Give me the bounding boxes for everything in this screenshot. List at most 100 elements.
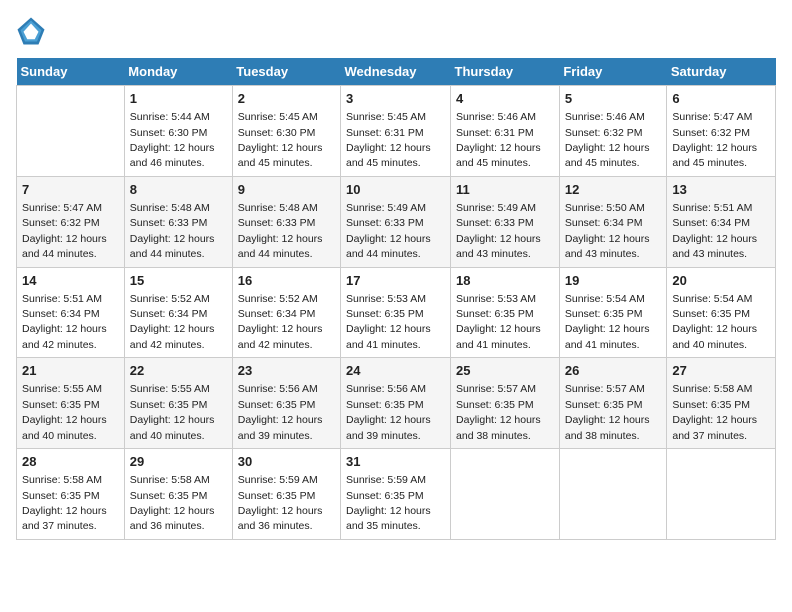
calendar-cell: 29 Sunrise: 5:58 AM Sunset: 6:35 PM Dayl… (124, 449, 232, 540)
sunrise-text: Sunrise: 5:54 AM (672, 293, 752, 305)
calendar-cell: 21 Sunrise: 5:55 AM Sunset: 6:35 PM Dayl… (17, 358, 125, 449)
sunrise-text: Sunrise: 5:49 AM (346, 202, 426, 214)
calendar-cell: 27 Sunrise: 5:58 AM Sunset: 6:35 PM Dayl… (667, 358, 776, 449)
sunrise-text: Sunrise: 5:49 AM (456, 202, 536, 214)
calendar-cell: 15 Sunrise: 5:52 AM Sunset: 6:34 PM Dayl… (124, 267, 232, 358)
sunset-text: Sunset: 6:32 PM (565, 127, 643, 139)
daylight-text: Daylight: 12 hours and 44 minutes. (22, 233, 107, 260)
sunrise-text: Sunrise: 5:52 AM (238, 293, 318, 305)
col-header-monday: Monday (124, 58, 232, 86)
sunrise-text: Sunrise: 5:54 AM (565, 293, 645, 305)
sunrise-text: Sunrise: 5:58 AM (130, 474, 210, 486)
calendar-cell (667, 449, 776, 540)
day-number: 28 (22, 453, 119, 471)
calendar-cell: 6 Sunrise: 5:47 AM Sunset: 6:32 PM Dayli… (667, 86, 776, 177)
week-row-3: 14 Sunrise: 5:51 AM Sunset: 6:34 PM Dayl… (17, 267, 776, 358)
day-number: 20 (672, 272, 770, 290)
logo-icon (16, 16, 46, 46)
sunset-text: Sunset: 6:35 PM (238, 490, 316, 502)
sunrise-text: Sunrise: 5:45 AM (238, 111, 318, 123)
day-number: 5 (565, 90, 662, 108)
day-number: 8 (130, 181, 227, 199)
week-row-5: 28 Sunrise: 5:58 AM Sunset: 6:35 PM Dayl… (17, 449, 776, 540)
calendar-cell: 8 Sunrise: 5:48 AM Sunset: 6:33 PM Dayli… (124, 176, 232, 267)
day-number: 31 (346, 453, 445, 471)
sunset-text: Sunset: 6:35 PM (672, 308, 750, 320)
day-number: 21 (22, 362, 119, 380)
sunset-text: Sunset: 6:35 PM (346, 308, 424, 320)
daylight-text: Daylight: 12 hours and 45 minutes. (672, 142, 757, 169)
col-header-tuesday: Tuesday (232, 58, 340, 86)
daylight-text: Daylight: 12 hours and 38 minutes. (456, 414, 541, 441)
sunset-text: Sunset: 6:34 PM (238, 308, 316, 320)
week-row-4: 21 Sunrise: 5:55 AM Sunset: 6:35 PM Dayl… (17, 358, 776, 449)
day-number: 25 (456, 362, 554, 380)
day-number: 13 (672, 181, 770, 199)
sunrise-text: Sunrise: 5:44 AM (130, 111, 210, 123)
sunset-text: Sunset: 6:34 PM (672, 217, 750, 229)
day-number: 7 (22, 181, 119, 199)
sunrise-text: Sunrise: 5:56 AM (346, 383, 426, 395)
calendar-cell (559, 449, 667, 540)
sunrise-text: Sunrise: 5:59 AM (346, 474, 426, 486)
calendar-cell: 12 Sunrise: 5:50 AM Sunset: 6:34 PM Dayl… (559, 176, 667, 267)
day-number: 23 (238, 362, 335, 380)
sunrise-text: Sunrise: 5:57 AM (456, 383, 536, 395)
calendar-cell: 11 Sunrise: 5:49 AM Sunset: 6:33 PM Dayl… (451, 176, 560, 267)
sunset-text: Sunset: 6:35 PM (22, 399, 100, 411)
day-number: 19 (565, 272, 662, 290)
calendar-cell: 28 Sunrise: 5:58 AM Sunset: 6:35 PM Dayl… (17, 449, 125, 540)
sunrise-text: Sunrise: 5:48 AM (130, 202, 210, 214)
daylight-text: Daylight: 12 hours and 40 minutes. (672, 323, 757, 350)
daylight-text: Daylight: 12 hours and 45 minutes. (346, 142, 431, 169)
daylight-text: Daylight: 12 hours and 38 minutes. (565, 414, 650, 441)
sunset-text: Sunset: 6:35 PM (22, 490, 100, 502)
calendar-cell: 20 Sunrise: 5:54 AM Sunset: 6:35 PM Dayl… (667, 267, 776, 358)
logo (16, 16, 50, 46)
day-number: 10 (346, 181, 445, 199)
calendar-cell: 10 Sunrise: 5:49 AM Sunset: 6:33 PM Dayl… (341, 176, 451, 267)
daylight-text: Daylight: 12 hours and 36 minutes. (130, 505, 215, 532)
daylight-text: Daylight: 12 hours and 42 minutes. (22, 323, 107, 350)
sunset-text: Sunset: 6:31 PM (456, 127, 534, 139)
sunrise-text: Sunrise: 5:51 AM (672, 202, 752, 214)
col-header-thursday: Thursday (451, 58, 560, 86)
calendar-cell: 5 Sunrise: 5:46 AM Sunset: 6:32 PM Dayli… (559, 86, 667, 177)
sunset-text: Sunset: 6:33 PM (130, 217, 208, 229)
sunrise-text: Sunrise: 5:47 AM (672, 111, 752, 123)
calendar-cell: 25 Sunrise: 5:57 AM Sunset: 6:35 PM Dayl… (451, 358, 560, 449)
sunrise-text: Sunrise: 5:46 AM (565, 111, 645, 123)
daylight-text: Daylight: 12 hours and 41 minutes. (565, 323, 650, 350)
calendar-cell: 14 Sunrise: 5:51 AM Sunset: 6:34 PM Dayl… (17, 267, 125, 358)
sunrise-text: Sunrise: 5:53 AM (346, 293, 426, 305)
day-number: 6 (672, 90, 770, 108)
sunset-text: Sunset: 6:35 PM (456, 308, 534, 320)
day-number: 29 (130, 453, 227, 471)
calendar-cell: 24 Sunrise: 5:56 AM Sunset: 6:35 PM Dayl… (341, 358, 451, 449)
daylight-text: Daylight: 12 hours and 43 minutes. (672, 233, 757, 260)
week-row-1: 1 Sunrise: 5:44 AM Sunset: 6:30 PM Dayli… (17, 86, 776, 177)
daylight-text: Daylight: 12 hours and 45 minutes. (456, 142, 541, 169)
day-number: 18 (456, 272, 554, 290)
sunset-text: Sunset: 6:34 PM (130, 308, 208, 320)
sunset-text: Sunset: 6:35 PM (238, 399, 316, 411)
page-header (16, 16, 776, 46)
sunrise-text: Sunrise: 5:45 AM (346, 111, 426, 123)
day-number: 12 (565, 181, 662, 199)
daylight-text: Daylight: 12 hours and 37 minutes. (672, 414, 757, 441)
calendar-cell: 17 Sunrise: 5:53 AM Sunset: 6:35 PM Dayl… (341, 267, 451, 358)
daylight-text: Daylight: 12 hours and 43 minutes. (456, 233, 541, 260)
day-number: 26 (565, 362, 662, 380)
sunrise-text: Sunrise: 5:58 AM (22, 474, 102, 486)
col-header-sunday: Sunday (17, 58, 125, 86)
sunset-text: Sunset: 6:32 PM (672, 127, 750, 139)
day-number: 14 (22, 272, 119, 290)
calendar-cell (17, 86, 125, 177)
calendar-cell: 23 Sunrise: 5:56 AM Sunset: 6:35 PM Dayl… (232, 358, 340, 449)
sunset-text: Sunset: 6:33 PM (346, 217, 424, 229)
sunrise-text: Sunrise: 5:57 AM (565, 383, 645, 395)
calendar-cell: 18 Sunrise: 5:53 AM Sunset: 6:35 PM Dayl… (451, 267, 560, 358)
daylight-text: Daylight: 12 hours and 36 minutes. (238, 505, 323, 532)
sunrise-text: Sunrise: 5:55 AM (22, 383, 102, 395)
col-header-saturday: Saturday (667, 58, 776, 86)
